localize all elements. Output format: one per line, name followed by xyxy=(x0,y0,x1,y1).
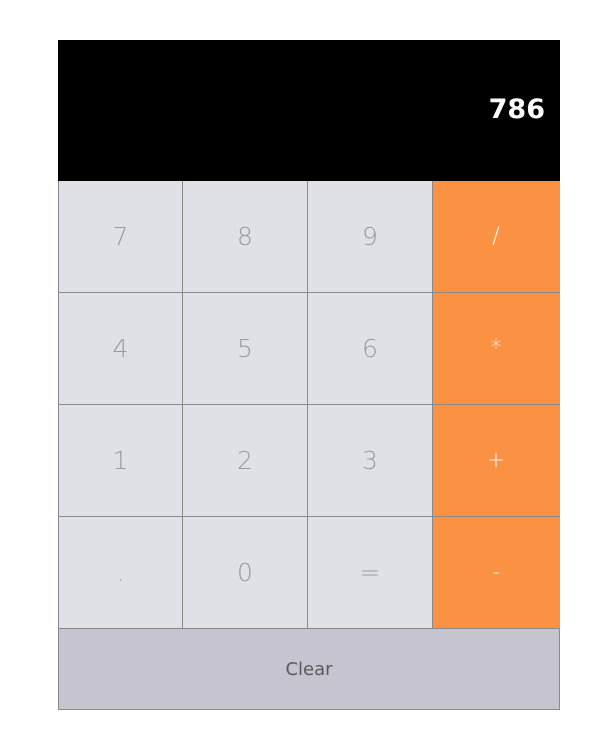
equals-key[interactable]: = xyxy=(308,517,433,629)
key-5[interactable]: 5 xyxy=(183,293,308,405)
key-9[interactable]: 9 xyxy=(308,181,433,293)
multiply-key[interactable]: * xyxy=(433,293,560,405)
decimal-key[interactable]: . xyxy=(58,517,183,629)
add-key[interactable]: + xyxy=(433,405,560,517)
key-2[interactable]: 2 xyxy=(183,405,308,517)
key-7[interactable]: 7 xyxy=(58,181,183,293)
key-8[interactable]: 8 xyxy=(183,181,308,293)
calculator: 786 7 8 9 / 4 5 6 * 1 2 3 + . 0 = - Clea… xyxy=(58,40,560,710)
keypad: 7 8 9 / 4 5 6 * 1 2 3 + . 0 = - xyxy=(58,181,560,629)
divide-key[interactable]: / xyxy=(433,181,560,293)
key-0[interactable]: 0 xyxy=(183,517,308,629)
key-6[interactable]: 6 xyxy=(308,293,433,405)
key-4[interactable]: 4 xyxy=(58,293,183,405)
subtract-key[interactable]: - xyxy=(433,517,560,629)
key-1[interactable]: 1 xyxy=(58,405,183,517)
key-3[interactable]: 3 xyxy=(308,405,433,517)
display-value: 786 xyxy=(488,94,545,125)
clear-button[interactable]: Clear xyxy=(58,629,560,710)
display: 786 xyxy=(58,40,560,181)
